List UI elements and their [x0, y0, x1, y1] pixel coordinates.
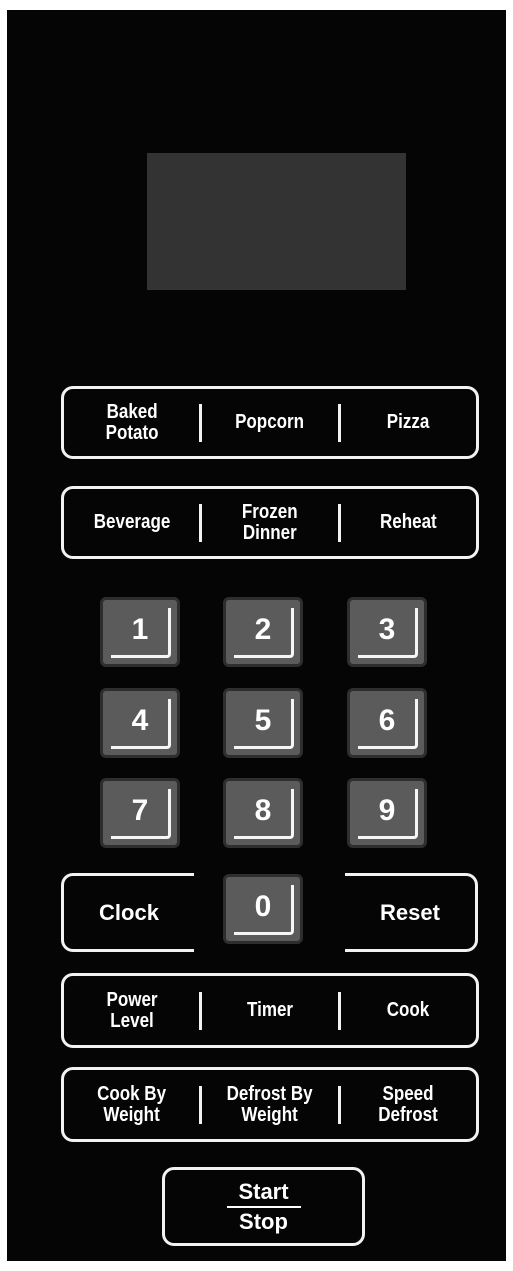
key-1[interactable]: 1: [100, 597, 180, 667]
baked-potato-label: Baked Potato: [105, 400, 159, 444]
defrost-by-weight-label: Defrost By Weight: [227, 1082, 313, 1126]
key-5[interactable]: 5: [223, 688, 303, 758]
popcorn-button[interactable]: Popcorn: [202, 389, 337, 456]
cook-button[interactable]: Cook: [341, 976, 476, 1045]
start-label: Start: [238, 1178, 289, 1204]
microwave-control-panel: Baked Potato Popcorn Pizza Beverage Froz…: [7, 10, 506, 1261]
key-label: 5: [254, 704, 272, 737]
key-label: 1: [131, 613, 149, 646]
key-label: 4: [131, 704, 149, 737]
key-0[interactable]: 0: [223, 874, 303, 944]
pizza-label: Pizza: [387, 411, 430, 433]
key-label: 7: [131, 794, 149, 827]
beverage-button[interactable]: Beverage: [64, 489, 199, 556]
baked-potato-button[interactable]: Baked Potato: [64, 389, 199, 456]
reset-button[interactable]: Reset: [345, 873, 478, 952]
preset-row-2: Beverage Frozen Dinner Reheat: [61, 486, 479, 559]
key-label: 9: [378, 794, 396, 827]
key-3[interactable]: 3: [347, 597, 427, 667]
beverage-label: Beverage: [93, 511, 170, 533]
clock-button[interactable]: Clock: [61, 873, 194, 952]
timer-button[interactable]: Timer: [202, 976, 337, 1045]
start-stop-divider: [226, 1205, 301, 1208]
key-label: 0: [254, 890, 272, 923]
key-label: 6: [378, 704, 396, 737]
key-2[interactable]: 2: [223, 597, 303, 667]
power-level-button[interactable]: Power Level: [64, 976, 199, 1045]
key-7[interactable]: 7: [100, 778, 180, 848]
key-4[interactable]: 4: [100, 688, 180, 758]
key-label: 8: [254, 794, 272, 827]
key-9[interactable]: 9: [347, 778, 427, 848]
reheat-button[interactable]: Reheat: [341, 489, 476, 556]
lcd-display: [147, 153, 406, 290]
frozen-dinner-button[interactable]: Frozen Dinner: [202, 489, 337, 556]
reheat-label: Reheat: [379, 511, 437, 533]
speed-defrost-label: Speed Defrost: [378, 1082, 439, 1126]
clock-label: Clock: [99, 899, 159, 925]
key-label: 2: [254, 613, 272, 646]
power-level-label: Power Level: [106, 988, 158, 1032]
preset-row-1: Baked Potato Popcorn Pizza: [61, 386, 479, 459]
pizza-button[interactable]: Pizza: [341, 389, 476, 456]
start-stop-button[interactable]: Start Stop: [162, 1167, 365, 1246]
frozen-dinner-label: Frozen Dinner: [242, 500, 298, 544]
cook-by-weight-label: Cook By Weight: [97, 1082, 167, 1126]
cook-label: Cook: [387, 999, 430, 1021]
stop-label: Stop: [239, 1208, 288, 1234]
speed-defrost-button[interactable]: Speed Defrost: [341, 1070, 476, 1139]
key-8[interactable]: 8: [223, 778, 303, 848]
timer-label: Timer: [246, 999, 293, 1021]
popcorn-label: Popcorn: [235, 411, 305, 433]
key-label: 3: [378, 613, 396, 646]
reset-label: Reset: [380, 899, 440, 925]
function-row-1: Power Level Timer Cook: [61, 973, 479, 1048]
cook-by-weight-button[interactable]: Cook By Weight: [64, 1070, 199, 1139]
key-6[interactable]: 6: [347, 688, 427, 758]
defrost-by-weight-button[interactable]: Defrost By Weight: [202, 1070, 337, 1139]
function-row-2: Cook By Weight Defrost By Weight Speed D…: [61, 1067, 479, 1142]
